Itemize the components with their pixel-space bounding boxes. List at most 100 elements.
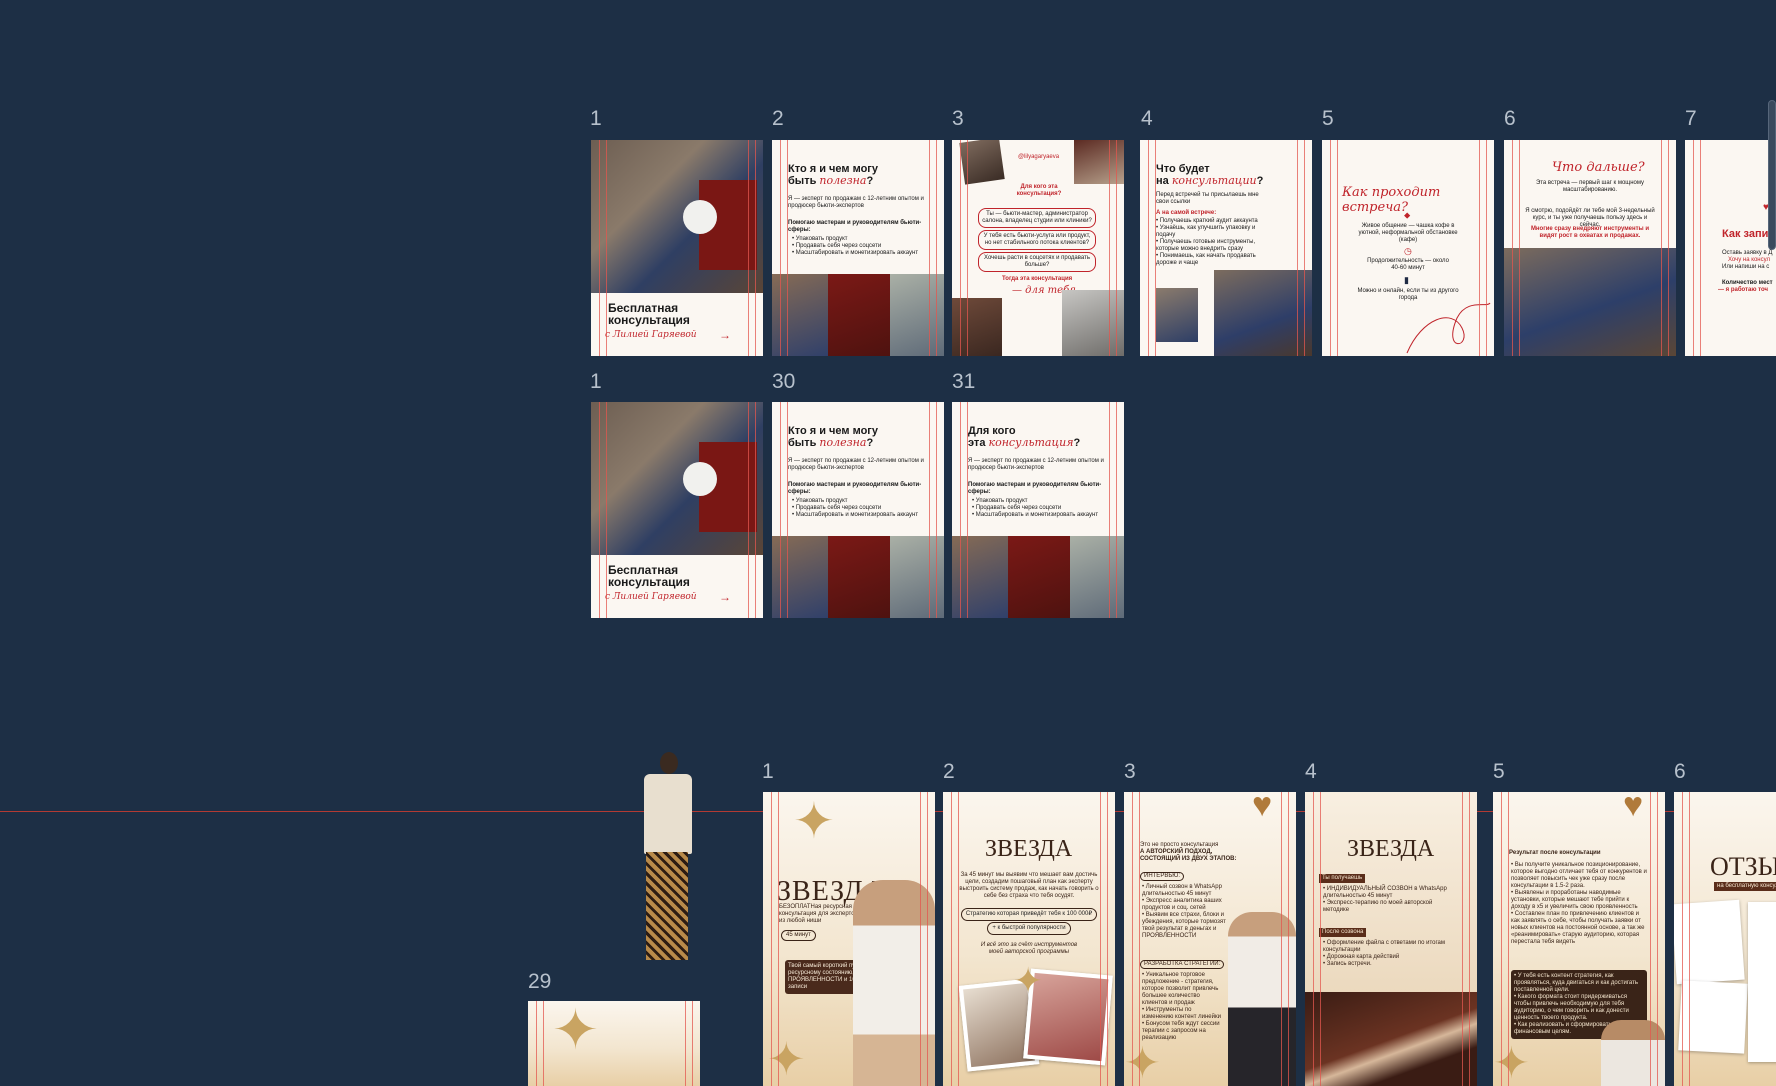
how-to-book-p3: Или напиши на с	[1722, 264, 1770, 270]
zvezda-plan-title: ЗВЕЗДА	[985, 836, 1073, 862]
for-whom-help: Помогаю мастерам и руководителям бьюти-с…	[968, 482, 1102, 495]
about-help: Помогаю мастерам и руководителям бьюти-с…	[788, 482, 922, 495]
slide-frame-reviews[interactable]: ОТЗЫ на бесплатную консульт	[1674, 792, 1776, 1086]
sparkle-star-icon: ✦	[793, 793, 835, 849]
how-to-book-p2: Хочу на консул	[1728, 257, 1770, 263]
expert-portrait	[853, 880, 935, 1086]
whats-next-photo	[1504, 248, 1676, 356]
zvezda-cover-badge: 45 минут	[781, 930, 816, 941]
standing-woman-cutout[interactable]	[636, 752, 706, 962]
frame-label-1b: 1	[590, 370, 602, 393]
slide-frame-how-meeting[interactable]: Как проходит встреча? ⬥ Живое общение — …	[1322, 140, 1494, 356]
what-you-get-tag-2: После созвона	[1319, 928, 1367, 937]
cover-title: Бесплатная консультация	[608, 301, 690, 327]
what-you-get-tag-1: Ты получаешь	[1319, 874, 1366, 883]
for-whom-intro: Я — эксперт по продажам с 12-летним опыт…	[968, 458, 1104, 471]
whats-next-title: Что дальше?	[1552, 160, 1645, 175]
zvezda-plan-pill-1: Стратегию которая приведёт тебя к 100 00…	[961, 908, 1097, 921]
two-stages-tag-1: ИНТЕРВЬЮ:	[1140, 872, 1184, 881]
gold-heart-icon: ♥	[1623, 792, 1644, 824]
for-whom-item: • Упаковать продукт • Продавать себя чере…	[972, 498, 1099, 518]
slide-frame-result[interactable]: ♥ Результат после консультации • Вы полу…	[1493, 792, 1665, 1086]
for-whom-photo-2	[1008, 536, 1070, 618]
slide-frame-about[interactable]: Кто я и чем могу быть полезна? Я — экспер…	[772, 140, 944, 356]
slide-frame-zvezda-what-you-get[interactable]: ЗВЕЗДА Ты получаешь • ИНДИВИДУАЛЬНЫЙ СОЗ…	[1305, 792, 1477, 1086]
whats-next-p3: Многие сразу внедряют инструменты и видя…	[1530, 226, 1650, 239]
cover-title: Бесплатная консультация	[608, 563, 690, 589]
about-title: Кто я и чем могу быть полезна?	[788, 425, 878, 449]
frame-label-4: 4	[1141, 107, 1153, 130]
what-happens-photo-small	[1156, 288, 1198, 342]
expert-photo-small	[1601, 1020, 1665, 1086]
about-photo-2	[828, 274, 890, 356]
for-whom-title: Для кого эта консультация?	[968, 425, 1081, 449]
result-heading: Результат после консультации	[1509, 850, 1601, 856]
frame-label-r3-1: 1	[762, 760, 774, 783]
slide-frame-what-happens[interactable]: Что будет на консультации? Перед встречей…	[1140, 140, 1312, 356]
sparkle-star-icon: ✦	[552, 1001, 599, 1061]
audience-heading: Для кого эта консультация?	[1016, 184, 1062, 197]
how-meeting-p2: Продолжительность — около 40-60 минут	[1367, 258, 1449, 271]
slide-frame-zvezda-cover[interactable]: ✦ ЗВЕЗДА БЕЗОПЛАТНая ресурсная консульта…	[763, 792, 935, 1086]
audience-pill-2: У тебя есть бьюти-услуга или продукт, но…	[978, 230, 1096, 250]
frame-label-6: 6	[1504, 107, 1516, 130]
slide-frame-audience[interactable]: @lilyagaryaeva Для кого эта консультация…	[952, 140, 1124, 356]
how-meeting-title: Как проходит встреча?	[1342, 185, 1441, 215]
zvezda-plan-p2: И всё это за счёт инструментов моей авто…	[980, 942, 1078, 955]
sparkle-star-icon: ✦	[767, 1033, 806, 1085]
slide-frame-cover[interactable]: Бесплатная консультация с Лилией Гаряево…	[591, 140, 763, 356]
slide-frame-whats-next[interactable]: Что дальше? Эта встреча — первый шаг к м…	[1504, 140, 1676, 356]
two-stages-h: А АВТОРСКИЙ ПОДХОД, СОСТОЯЩИЙ ИЗ ДВУХ ЭТ…	[1140, 849, 1237, 862]
whats-next-p1: Эта встреча — первый шаг к мощному масшт…	[1535, 180, 1645, 193]
what-happens-list: • Получаешь краткий аудит аккаунта • Узна…	[1156, 218, 1258, 266]
audience-pill-1: Ты — бьюти-мастер, администратор салона,…	[978, 208, 1096, 228]
audience-then: Тогда эта консультация	[1002, 276, 1073, 282]
how-to-book-p4: Количество мест	[1722, 280, 1773, 286]
frame-label-1: 1	[590, 107, 602, 130]
slide-frame-29[interactable]: ✦	[528, 1001, 700, 1086]
audience-bottom-photo-2	[1062, 290, 1124, 356]
vinyl-disc-image	[683, 200, 717, 234]
expert-standing-photo	[1228, 912, 1296, 1086]
frame-label-r3-4: 4	[1305, 760, 1317, 783]
frame-label-30: 30	[772, 370, 796, 393]
expert-seated-photo	[1305, 992, 1477, 1086]
about-item: • Упаковать продукт • Продавать себя чере…	[792, 236, 919, 256]
slide-frame-cover-copy[interactable]: Бесплатная консультация с Лилией Гаряево…	[591, 402, 763, 618]
slide-frame-two-stages[interactable]: ♥ Это не просто консультация А АВТОРСКИЙ…	[1124, 792, 1296, 1086]
slide-frame-how-to-book[interactable]: ♥ Как запи Оставь заявку в Д Хочу на кон…	[1685, 140, 1776, 356]
arrow-right-icon: →	[719, 590, 731, 604]
about-title: Кто я и чем могу быть полезна?	[788, 163, 878, 187]
about-intro: Я — эксперт по продажам с 12-летним опыт…	[788, 196, 924, 209]
what-you-get-list-2: • Оформление файла с ответами по итогам …	[1323, 940, 1445, 967]
clock-icon: ◷	[1404, 246, 1412, 256]
zvezda-plan-p1: За 45 минут мы выявим что мешает вам дос…	[959, 872, 1099, 899]
reviews-sub: на бесплатную консульт	[1714, 882, 1776, 891]
audience-pill-3: Хочешь расти в соцсетях и продавать боль…	[978, 252, 1096, 272]
slide-frame-zvezda-plan[interactable]: ЗВЕЗДА За 45 минут мы выявим что мешает …	[943, 792, 1115, 1086]
frame-label-7: 7	[1685, 107, 1697, 130]
frame-label-r3-2: 2	[943, 760, 955, 783]
about-help: Помогаю мастерам и руководителям бьюти-с…	[788, 220, 922, 233]
what-happens-title: Что будет на консультации?	[1156, 163, 1264, 187]
cover-author: с Лилией Гаряевой	[605, 330, 697, 340]
frame-label-r3-5: 5	[1493, 760, 1505, 783]
about-item: • Упаковать продукт • Продавать себя чере…	[792, 498, 919, 518]
zvezda-cover-sub: БЕЗОПЛАТНая ресурсная консультация для э…	[779, 904, 858, 924]
frame-label-r3-6: 6	[1674, 760, 1686, 783]
sparkle-star-icon: ✦	[1493, 1039, 1530, 1086]
scrollbar-handle[interactable]	[1768, 100, 1776, 250]
sparkle-star-icon: ✦	[1013, 960, 1044, 1001]
how-to-book-p1: Оставь заявку в Д	[1722, 250, 1773, 256]
frame-label-31: 31	[952, 370, 976, 393]
arrow-right-icon: →	[719, 328, 731, 342]
vinyl-disc-image	[683, 462, 717, 496]
how-meeting-p1: Живое общение — чашка кофе в уютной, неф…	[1358, 223, 1458, 243]
about-photo-2	[828, 536, 890, 618]
frame-label-r3-29: 29	[528, 970, 552, 993]
slide-frame-for-whom[interactable]: Для кого эта консультация? Я — эксперт по…	[952, 402, 1124, 618]
location-pin-icon: ⬥	[1404, 210, 1411, 220]
sparkle-star-icon: ✦	[1124, 1039, 1161, 1086]
two-stages-tag-2: РАЗРАБОТКА СТРАТЕГИИ:	[1140, 960, 1225, 969]
slide-frame-about-copy[interactable]: Кто я и чем могу быть полезна? Я — экспер…	[772, 402, 944, 618]
